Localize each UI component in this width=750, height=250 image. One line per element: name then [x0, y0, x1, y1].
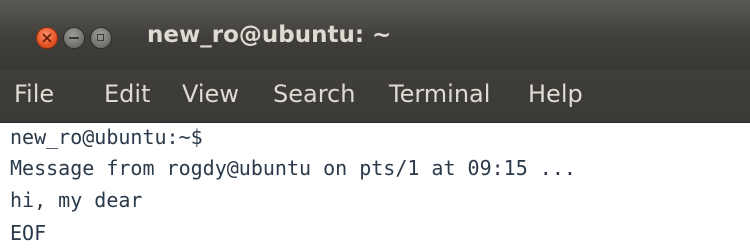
menu-search[interactable]: Search [273, 80, 355, 108]
minimize-button[interactable] [63, 27, 85, 49]
terminal-window: new_ro@ubuntu: ~ File Edit View Search T… [0, 0, 750, 250]
terminal-prompt: new_ro@ubuntu:~$ [10, 125, 203, 149]
menu-bar: File Edit View Search Terminal Help [0, 70, 750, 123]
menu-view[interactable]: View [182, 80, 239, 108]
terminal-line-message-header: Message from rogdy@ubuntu on pts/1 at 09… [10, 156, 576, 180]
terminal-line-message-body: hi, my dear [10, 188, 143, 212]
menu-help[interactable]: Help [528, 80, 583, 108]
terminal-line-eof: EOF [10, 221, 47, 245]
menu-file[interactable]: File [14, 80, 54, 108]
close-icon [42, 33, 52, 43]
menu-terminal[interactable]: Terminal [389, 80, 490, 108]
window-title: new_ro@ubuntu: ~ [147, 22, 392, 48]
close-button[interactable] [36, 27, 58, 49]
menu-edit[interactable]: Edit [104, 80, 150, 108]
title-bar[interactable]: new_ro@ubuntu: ~ [0, 0, 750, 70]
maximize-button[interactable] [90, 27, 112, 49]
terminal-output[interactable]: new_ro@ubuntu:~$ Message from rogdy@ubun… [0, 123, 750, 250]
